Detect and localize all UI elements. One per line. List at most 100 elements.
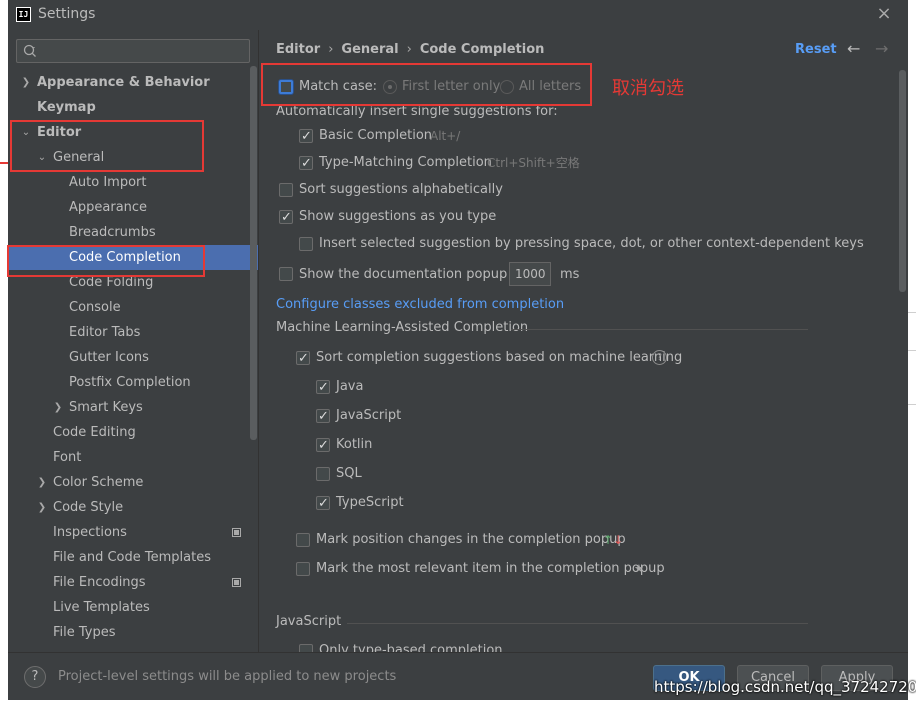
show-as-type-checkbox[interactable] bbox=[279, 208, 293, 228]
sidebar-item-auto-import[interactable]: Auto Import bbox=[8, 170, 258, 195]
sidebar-item-label: Editor Tabs bbox=[69, 325, 141, 340]
only-type-based-row: Only type-based completion bbox=[299, 641, 599, 652]
help-button[interactable]: ? bbox=[24, 666, 46, 688]
insert-selected-row: Insert selected suggestion by pressing s… bbox=[299, 234, 864, 254]
sidebar-item-gutter-icons[interactable]: Gutter Icons bbox=[8, 345, 258, 370]
chevron-right-icon: ❯ bbox=[21, 77, 31, 88]
search-box[interactable] bbox=[16, 39, 250, 63]
settings-sidebar: ❯ Appearance & Behavior Keymap ⌄ Editor … bbox=[8, 30, 258, 652]
sidebar-item-file-encodings[interactable]: File Encodings bbox=[8, 570, 258, 595]
breadcrumb-separator: › bbox=[406, 42, 412, 57]
sidebar-scrollbar[interactable] bbox=[250, 66, 257, 440]
sidebar-item-inspections[interactable]: Inspections bbox=[8, 520, 258, 545]
sidebar-item-label: Appearance & Behavior bbox=[37, 75, 210, 90]
sidebar-item-appearance-behavior[interactable]: ❯ Appearance & Behavior bbox=[8, 70, 258, 95]
close-icon[interactable]: × bbox=[874, 3, 894, 25]
reset-link[interactable]: Reset bbox=[795, 42, 837, 57]
sidebar-item-label: File and Code Templates bbox=[53, 550, 211, 565]
lang-sql-checkbox[interactable] bbox=[316, 467, 330, 481]
lang-java-checkbox[interactable] bbox=[316, 378, 330, 398]
star-icon: ★ bbox=[634, 562, 644, 575]
intellij-logo-icon: IJ bbox=[16, 7, 31, 22]
chevron-right-icon: ❯ bbox=[37, 477, 47, 488]
lang-javascript-row: JavaScript bbox=[316, 406, 466, 427]
lang-typescript-checkbox[interactable] bbox=[316, 494, 330, 514]
all-letters-radio[interactable] bbox=[500, 80, 514, 94]
configure-excluded-link[interactable]: Configure classes excluded from completi… bbox=[276, 297, 564, 312]
sidebar-item-font[interactable]: Font bbox=[8, 445, 258, 470]
background-divider bbox=[908, 312, 916, 313]
forward-arrow-icon: → bbox=[875, 39, 889, 58]
basic-completion-row: Basic Completion Alt+/ bbox=[299, 126, 599, 147]
type-matching-checkbox[interactable] bbox=[299, 154, 313, 174]
help-icon[interactable]: ? bbox=[652, 350, 667, 365]
background-divider bbox=[908, 404, 916, 405]
sidebar-item-general[interactable]: ⌄ General bbox=[8, 145, 258, 170]
section-divider bbox=[511, 329, 808, 330]
sidebar-item-code-folding[interactable]: Code Folding bbox=[8, 270, 258, 295]
first-letter-radio[interactable] bbox=[383, 80, 397, 94]
search-input[interactable] bbox=[43, 42, 243, 60]
content-scrollbar[interactable] bbox=[899, 70, 906, 292]
back-arrow-icon[interactable]: ← bbox=[847, 39, 860, 58]
sidebar-item-breadcrumbs[interactable]: Breadcrumbs bbox=[8, 220, 258, 245]
sidebar-item-editor[interactable]: ⌄ Editor bbox=[8, 120, 258, 145]
sidebar-item-code-style[interactable]: ❯ Code Style bbox=[8, 495, 258, 520]
sidebar-item-file-types[interactable]: File Types bbox=[8, 620, 258, 645]
chevron-down-icon: ⌄ bbox=[37, 152, 47, 163]
sort-alpha-row: Sort suggestions alphabetically bbox=[279, 180, 579, 200]
sidebar-item-editor-tabs[interactable]: Editor Tabs bbox=[8, 320, 258, 345]
mark-position-checkbox[interactable] bbox=[296, 533, 310, 547]
insert-selected-label: Insert selected suggestion by pressing s… bbox=[319, 236, 864, 251]
sort-alpha-checkbox[interactable] bbox=[279, 183, 293, 197]
mark-relevant-checkbox[interactable] bbox=[296, 562, 310, 576]
ok-button[interactable]: OK bbox=[653, 665, 725, 691]
chevron-right-icon: ❯ bbox=[53, 402, 63, 413]
sidebar-item-console[interactable]: Console bbox=[8, 295, 258, 320]
cancel-button[interactable]: Cancel bbox=[737, 665, 809, 691]
sidebar-item-label: Code Folding bbox=[69, 275, 154, 290]
sidebar-item-keymap[interactable]: Keymap bbox=[8, 95, 258, 120]
sidebar-item-label: Postfix Completion bbox=[69, 375, 191, 390]
sidebar-item-color-scheme[interactable]: ❯ Color Scheme bbox=[8, 470, 258, 495]
dialog-footer: ? Project-level settings will be applied… bbox=[8, 652, 908, 700]
lang-javascript-checkbox[interactable] bbox=[316, 407, 330, 427]
sidebar-item-file-code-templates[interactable]: File and Code Templates bbox=[8, 545, 258, 570]
sidebar-item-label: Live Templates bbox=[53, 600, 150, 615]
breadcrumb: Editor › General › Code Completion bbox=[276, 42, 544, 57]
sidebar-item-live-templates[interactable]: Live Templates bbox=[8, 595, 258, 620]
insert-selected-checkbox[interactable] bbox=[299, 237, 313, 251]
apply-button[interactable]: Apply bbox=[821, 665, 893, 691]
type-matching-shortcut: Ctrl+Shift+空格 bbox=[487, 156, 580, 170]
title-bar: IJ Settings × bbox=[8, 0, 908, 30]
match-case-label: Match case: bbox=[299, 79, 378, 94]
lang-sql-label: SQL bbox=[336, 466, 362, 481]
match-case-checkbox[interactable] bbox=[279, 80, 293, 94]
lang-javascript-label: JavaScript bbox=[336, 408, 402, 423]
sidebar-item-code-editing[interactable]: Code Editing bbox=[8, 420, 258, 445]
ml-sort-checkbox[interactable] bbox=[296, 349, 310, 369]
sidebar-item-label: Appearance bbox=[69, 200, 148, 215]
show-as-type-row: Show suggestions as you type bbox=[279, 207, 579, 228]
sidebar-item-label: Inspections bbox=[53, 525, 127, 540]
breadcrumb-item[interactable]: Editor bbox=[276, 42, 320, 57]
project-scope-icon bbox=[232, 578, 241, 587]
sidebar-item-label: Code Editing bbox=[53, 425, 136, 440]
lang-kotlin-checkbox[interactable] bbox=[316, 436, 330, 456]
breadcrumb-item[interactable]: General bbox=[341, 42, 398, 57]
background-app-bottom bbox=[0, 700, 916, 708]
project-scope-icon bbox=[232, 528, 241, 537]
only-type-based-checkbox[interactable] bbox=[299, 644, 313, 652]
type-matching-row: Type-Matching Completion Ctrl+Shift+空格 bbox=[299, 153, 619, 174]
sidebar-item-label: Code Completion bbox=[69, 250, 181, 265]
sidebar-item-postfix-completion[interactable]: Postfix Completion bbox=[8, 370, 258, 395]
sidebar-item-smart-keys[interactable]: ❯ Smart Keys bbox=[8, 395, 258, 420]
sidebar-item-code-completion[interactable]: Code Completion bbox=[8, 245, 258, 270]
lang-kotlin-row: Kotlin bbox=[316, 435, 466, 456]
doc-popup-checkbox[interactable] bbox=[279, 267, 293, 281]
basic-completion-checkbox[interactable] bbox=[299, 127, 313, 147]
sidebar-item-label: Gutter Icons bbox=[69, 350, 149, 365]
doc-popup-delay-field[interactable]: 1000 bbox=[509, 262, 551, 286]
mark-relevant-row: Mark the most relevant item in the compl… bbox=[296, 559, 696, 579]
sidebar-item-appearance[interactable]: Appearance bbox=[8, 195, 258, 220]
